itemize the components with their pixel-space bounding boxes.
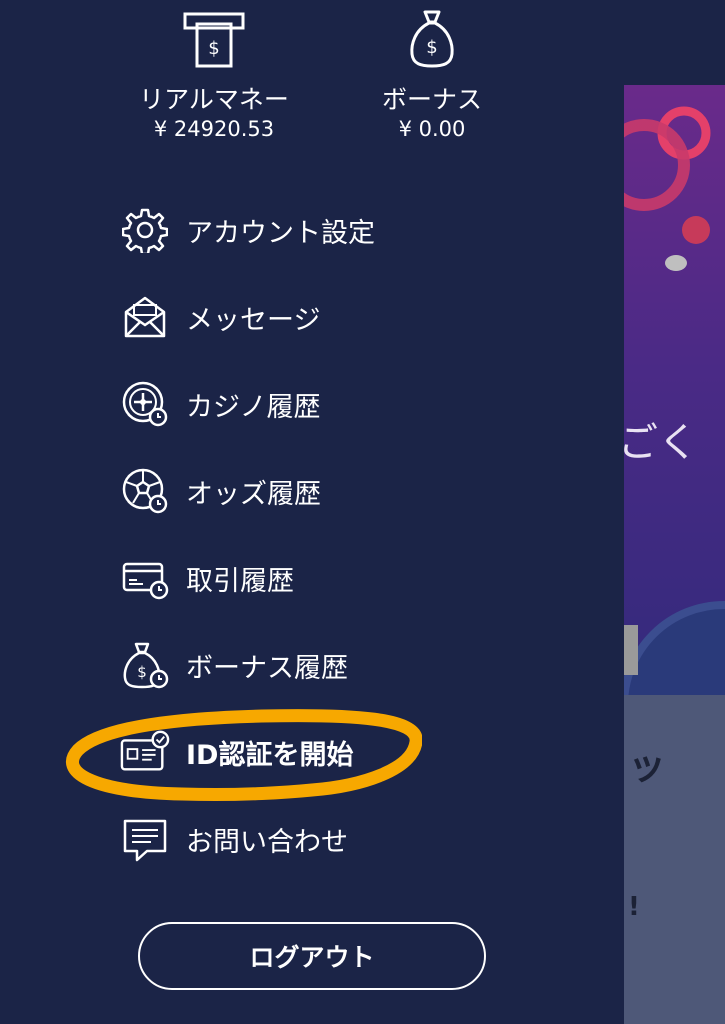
soccer-ball-history-icon — [120, 466, 170, 516]
logout-button[interactable]: ログアウト — [138, 922, 486, 990]
money-bag-icon: $ — [410, 10, 454, 68]
bonus-label: ボーナス — [381, 85, 482, 114]
svg-text:$: $ — [426, 37, 437, 58]
menu-item-label: カジノ履歴 — [186, 391, 321, 423]
promo-card-title: ッ — [628, 744, 667, 788]
side-drawer: $ リアルマネー ¥ 24920.53 $ ボーナス ¥ 0.00 アカウント設… — [0, 0, 624, 1024]
atm-cash-icon: $ — [183, 12, 245, 68]
highlight-annotation — [66, 709, 422, 802]
svg-text:$: $ — [208, 38, 219, 59]
svg-text:$: $ — [137, 663, 147, 681]
promo-banner[interactable]: ごく — [624, 85, 725, 809]
menu-item-label: アカウント設定 — [186, 217, 375, 249]
menu-item-label: お問い合わせ — [186, 826, 348, 858]
menu-item-messages[interactable]: メッセージ — [120, 289, 540, 345]
real-money-label: リアルマネー — [139, 85, 289, 114]
menu-item-contact[interactable]: お問い合わせ — [120, 811, 540, 867]
chat-icon — [120, 814, 170, 864]
bonus-value: ¥ 0.00 — [398, 117, 466, 141]
menu-item-label: メッセージ — [186, 304, 321, 336]
menu-item-label: 取引履歴 — [186, 565, 294, 597]
menu-item-label: ボーナス履歴 — [186, 652, 348, 684]
envelope-icon — [120, 292, 170, 342]
menu-item-odds-history[interactable]: オッズ履歴 — [120, 463, 540, 519]
promo-card-text: ! — [628, 892, 640, 922]
gear-icon — [120, 205, 170, 255]
promo-decoration — [624, 106, 725, 809]
background-page: ごく ッ ! — [624, 0, 725, 1024]
promo-text: ごく — [624, 420, 698, 466]
roulette-history-icon — [120, 379, 170, 429]
real-money-value: ¥ 24920.53 — [153, 117, 275, 141]
menu-item-transaction-history[interactable]: 取引履歴 — [120, 550, 540, 606]
menu-item-casino-history[interactable]: カジノ履歴 — [120, 376, 540, 432]
menu-item-bonus-history[interactable]: $ ボーナス履歴 — [120, 637, 540, 693]
menu-item-label: オッズ履歴 — [186, 478, 321, 510]
card-history-icon — [120, 553, 170, 603]
menu-item-account-settings[interactable]: アカウント設定 — [120, 202, 540, 258]
money-bag-history-icon: $ — [120, 640, 170, 690]
